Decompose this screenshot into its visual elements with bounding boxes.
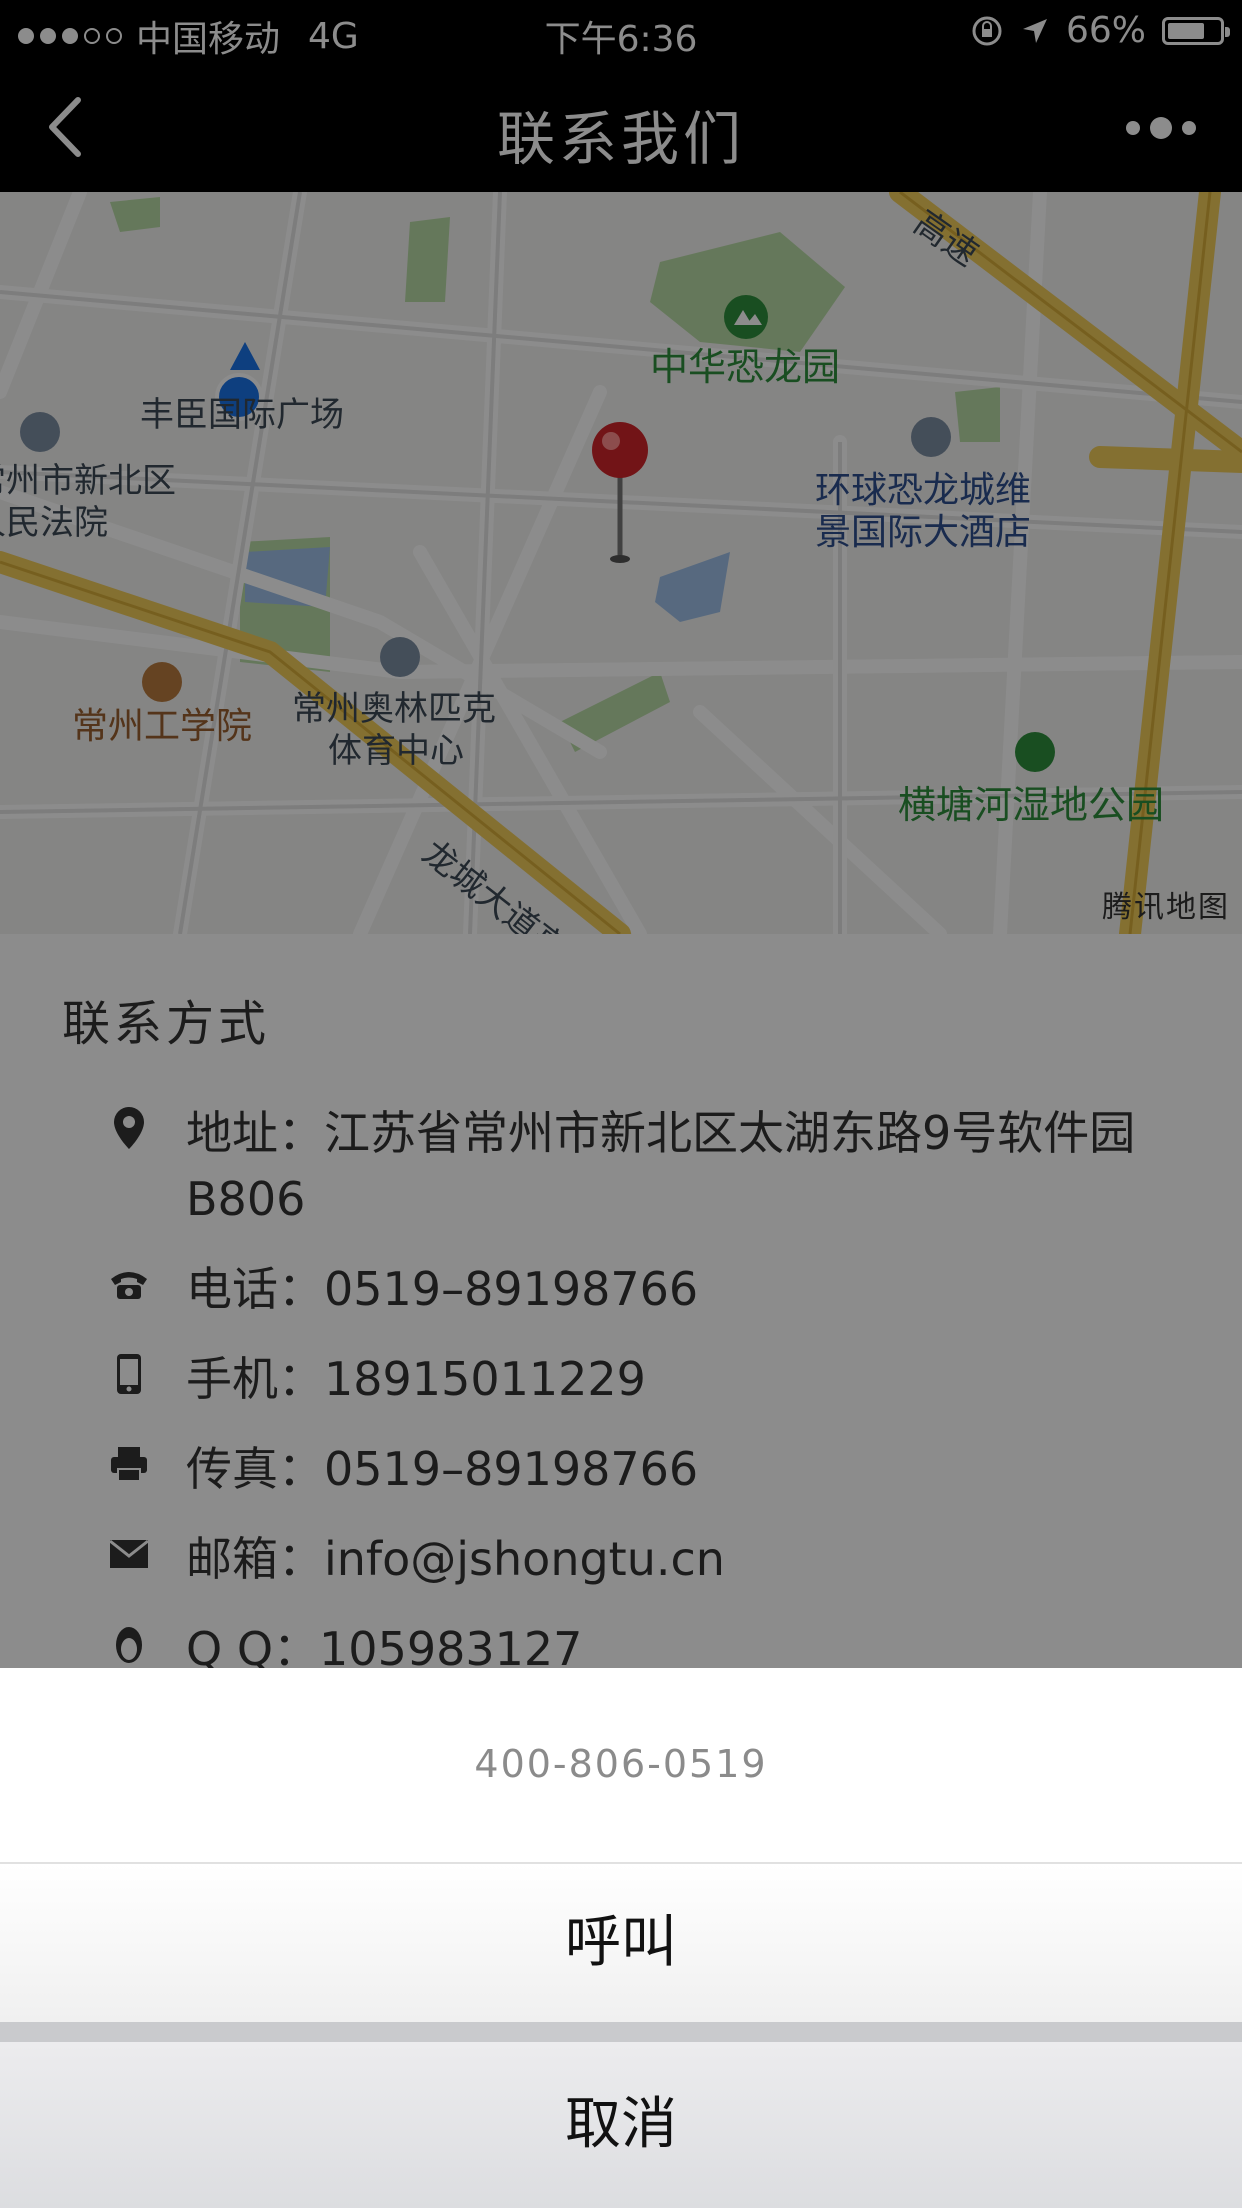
call-button[interactable]: 呼叫 <box>0 1864 1242 2022</box>
call-action-sheet: 400-806-0519 呼叫 取消 <box>0 1668 1242 2208</box>
cancel-button[interactable]: 取消 <box>0 2042 1242 2208</box>
phone-number-label: 400-806-0519 <box>474 1742 768 1786</box>
action-sheet-header: 400-806-0519 <box>0 1668 1242 1864</box>
action-sheet-separator <box>0 2022 1242 2042</box>
modal-dim-overlay[interactable] <box>0 0 1242 1668</box>
